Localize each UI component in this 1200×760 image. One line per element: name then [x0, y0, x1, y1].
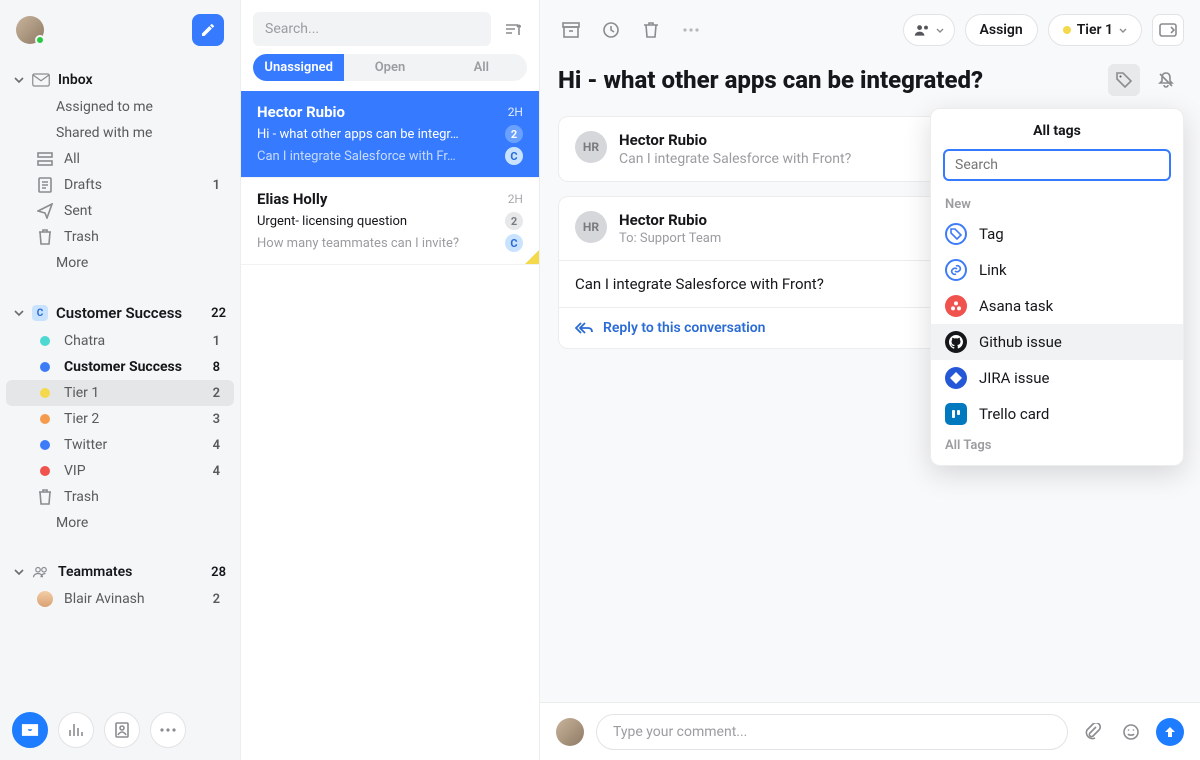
- dot-icon: [1063, 26, 1071, 34]
- send-icon: [36, 203, 54, 219]
- sort-button[interactable]: [499, 15, 527, 43]
- popover-item-github[interactable]: Github issue: [931, 324, 1183, 360]
- archive-button[interactable]: [556, 15, 586, 45]
- asana-icon: [945, 295, 967, 317]
- sidebar-item-tier2[interactable]: Tier 23: [6, 406, 234, 432]
- popover-title: All tags: [931, 109, 1183, 149]
- conversation-title: Hi - what other apps can be integrated?: [558, 66, 1098, 94]
- avatar-icon: HR: [575, 131, 607, 163]
- comment-input[interactable]: Type your comment...: [596, 714, 1068, 750]
- assign-button[interactable]: Assign: [965, 14, 1038, 46]
- tab-all[interactable]: All: [436, 54, 527, 81]
- dot-icon: [40, 440, 50, 450]
- trash-icon: [36, 229, 54, 245]
- inbox-heading[interactable]: Inbox: [0, 66, 240, 94]
- conversation-item[interactable]: Elias Holly2H Urgent- licensing question…: [241, 178, 539, 265]
- dot-icon: [40, 388, 50, 398]
- teammates-label: Teammates: [58, 564, 132, 580]
- popover-item-jira[interactable]: JIRA issue: [931, 360, 1183, 396]
- inbox-label: Inbox: [58, 72, 93, 88]
- dot-icon: [40, 414, 50, 424]
- tag-button[interactable]: [1108, 64, 1140, 96]
- tag-search-input[interactable]: [943, 149, 1171, 181]
- sidebar-item-tier1[interactable]: Tier 12: [6, 380, 234, 406]
- analytics-button[interactable]: [58, 712, 94, 748]
- cs-badge-icon: C: [32, 305, 48, 321]
- conversation-list: Search... Unassigned Open All Hector Rub…: [240, 0, 540, 760]
- trello-icon: [945, 403, 967, 425]
- jira-icon: [945, 367, 967, 389]
- sidebar-item-more[interactable]: More: [6, 250, 234, 276]
- dot-icon: [40, 336, 50, 346]
- popover-item-trello[interactable]: Trello card: [931, 396, 1183, 432]
- popover-item-link[interactable]: Link: [931, 252, 1183, 288]
- draft-icon: [36, 177, 54, 193]
- more-actions-button[interactable]: [676, 15, 706, 45]
- expand-button[interactable]: [1152, 14, 1184, 46]
- sidebar: Inbox Assigned to me Shared with me All …: [0, 0, 240, 760]
- popover-section-all: All Tags: [931, 432, 1183, 465]
- dot-icon: [40, 362, 50, 372]
- teammates-heading[interactable]: Teammates 28: [0, 558, 240, 586]
- emoji-button[interactable]: [1118, 719, 1144, 745]
- github-icon: [945, 331, 967, 353]
- sidebar-item-shared[interactable]: Shared with me: [6, 120, 234, 146]
- popover-section-new: New: [931, 191, 1183, 216]
- sidebar-item-cs-more[interactable]: More: [6, 510, 234, 536]
- tab-open[interactable]: Open: [344, 54, 435, 81]
- delete-button[interactable]: [636, 15, 666, 45]
- sidebar-item-drafts[interactable]: Drafts1: [6, 172, 234, 198]
- popover-item-asana[interactable]: Asana task: [931, 288, 1183, 324]
- sidebar-item-cs-trash[interactable]: Trash: [6, 484, 234, 510]
- sidebar-item-chatra[interactable]: Chatra1: [6, 328, 234, 354]
- tag-icon: [945, 223, 967, 245]
- compose-button[interactable]: [192, 14, 224, 46]
- sidebar-item-teammate[interactable]: Blair Avinash2: [6, 586, 234, 612]
- attach-button[interactable]: [1080, 719, 1106, 745]
- sidebar-item-assigned[interactable]: Assigned to me: [6, 94, 234, 120]
- link-icon: [945, 259, 967, 281]
- priority-flag-icon: [525, 250, 539, 264]
- trash-icon: [36, 489, 54, 505]
- inbox-button[interactable]: [12, 712, 48, 748]
- search-input[interactable]: Search...: [253, 12, 491, 46]
- people-icon: [32, 565, 50, 579]
- conversation-item[interactable]: Hector Rubio2H Hi - what other apps can …: [241, 91, 539, 178]
- stack-icon: [36, 152, 54, 166]
- avatar-icon: [37, 591, 53, 607]
- popover-item-tag[interactable]: Tag: [931, 216, 1183, 252]
- user-avatar: [556, 718, 584, 746]
- tags-popover: All tags New Tag Link Asana task Github …: [930, 108, 1184, 466]
- cs-label: Customer Success: [56, 304, 182, 322]
- sidebar-item-trash[interactable]: Trash: [6, 224, 234, 250]
- avatar-icon: HR: [575, 211, 607, 243]
- reply-all-icon: [575, 322, 593, 334]
- snooze-button[interactable]: [596, 15, 626, 45]
- sidebar-item-sent[interactable]: Sent: [6, 198, 234, 224]
- sidebar-item-all[interactable]: All: [6, 146, 234, 172]
- contacts-button[interactable]: [104, 712, 140, 748]
- dot-icon: [40, 466, 50, 476]
- subscribe-button[interactable]: [1150, 64, 1182, 96]
- user-avatar[interactable]: [16, 16, 44, 44]
- conversation-pane: Assign Tier 1 Hi - what other apps can b…: [540, 0, 1200, 760]
- more-button[interactable]: [150, 712, 186, 748]
- composer: Type your comment...: [540, 702, 1200, 760]
- tab-unassigned[interactable]: Unassigned: [253, 54, 344, 81]
- tier-button[interactable]: Tier 1: [1048, 14, 1142, 46]
- sidebar-item-vip[interactable]: VIP4: [6, 458, 234, 484]
- sidebar-item-customer-success[interactable]: Customer Success8: [6, 354, 234, 380]
- participants-button[interactable]: [903, 14, 955, 46]
- sidebar-item-twitter[interactable]: Twitter4: [6, 432, 234, 458]
- cs-heading[interactable]: C Customer Success 22: [0, 298, 240, 328]
- send-button[interactable]: [1156, 718, 1184, 746]
